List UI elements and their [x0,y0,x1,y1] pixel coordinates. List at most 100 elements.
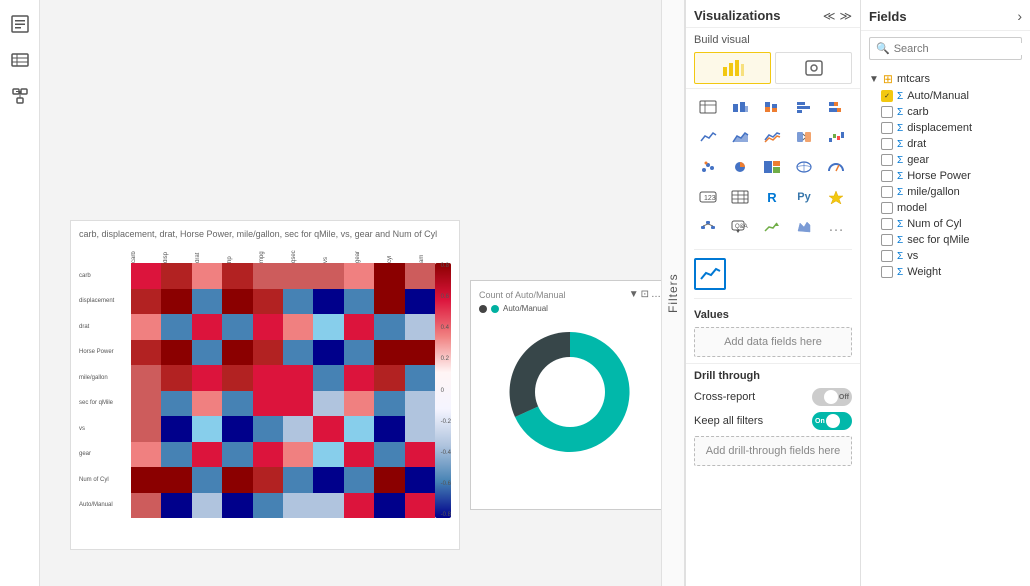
viz-icon-map[interactable] [790,153,818,181]
viz-icon-py[interactable]: Py [790,183,818,211]
sigma-icon: Σ [897,235,903,246]
field-checkbox[interactable] [881,234,893,246]
add-data-fields-box[interactable]: Add data fields here [694,327,852,357]
viz-icon-custom[interactable]: … [822,213,850,241]
sigma-icon: Σ [897,91,903,102]
field-name: model [897,202,927,214]
list-item[interactable]: Σ sec for qMile [865,232,1026,248]
viz-icon-treemap[interactable] [758,153,786,181]
field-checkbox[interactable] [881,138,893,150]
heatmap-visual: carb, displacement, drat, Horse Power, m… [70,220,460,550]
list-item[interactable]: model [865,200,1026,216]
list-item[interactable]: ✓ Σ Auto/Manual [865,88,1026,104]
visual-tab-chart[interactable] [694,52,771,84]
field-checkbox[interactable] [881,266,893,278]
field-name: Auto/Manual [907,90,969,102]
viz-icon-pie[interactable] [726,153,754,181]
values-section: Values Add data fields here [686,303,860,363]
add-drill-fields-box[interactable]: Add drill-through fields here [694,436,852,466]
sigma-icon: Σ [897,139,903,150]
viz-icon-gauge[interactable] [822,153,850,181]
legend-dot-dark [479,305,487,313]
visual-type-tabs [686,48,860,89]
fields-expand-icon[interactable]: › [1017,8,1022,24]
field-checkbox[interactable] [881,106,893,118]
donut-filter-icon[interactable]: ▼ [629,289,639,300]
viz-icon-kpi[interactable] [758,213,786,241]
list-item[interactable]: Σ mile/gallon [865,184,1026,200]
field-checkbox[interactable] [881,186,893,198]
field-checkbox[interactable] [881,202,893,214]
viz-divider [694,249,852,250]
data-view-icon[interactable] [4,44,36,76]
left-sidebar [0,0,40,586]
fields-search-input[interactable] [894,43,1030,55]
viz-icon-card[interactable]: 123 [694,183,722,211]
viz-icon-qa[interactable]: Q&A [726,213,754,241]
viz-icon-stacked-hbar[interactable] [822,93,850,121]
viz-icon-table[interactable] [694,93,722,121]
list-item[interactable]: Σ Weight [865,264,1026,280]
donut-legend-label: Auto/Manual [503,304,548,313]
tree-group-header[interactable]: ▼ ⊞ mtcars [865,70,1026,88]
field-checkbox[interactable] [881,218,893,230]
viz-panel-arrows: ≪ ≫ [823,9,852,23]
list-item[interactable]: Σ gear [865,152,1026,168]
list-item[interactable]: Σ drat [865,136,1026,152]
visual-tab-format[interactable] [775,52,852,84]
report-view-icon[interactable] [4,8,36,40]
sigma-icon: Σ [897,267,903,278]
viz-collapse-icon[interactable]: ≪ [823,9,836,23]
list-item[interactable]: Σ Num of Cyl [865,216,1026,232]
fields-panel: Fields › 🔍 ▼ ⊞ mtcars ✓ Σ Auto/Manual Σ … [860,0,1030,586]
field-checkbox[interactable] [881,154,893,166]
viz-icon-matrix[interactable] [726,183,754,211]
main-canvas: carb, displacement, drat, Horse Power, m… [40,0,661,586]
viz-icon-ribbon[interactable] [790,123,818,151]
viz-icon-waterfall[interactable] [822,123,850,151]
cross-report-label: Cross-report [694,391,755,403]
viz-expand-icon[interactable]: ≫ [839,9,852,23]
viz-icon-line[interactable] [694,123,722,151]
viz-icon-filled-map[interactable] [790,213,818,241]
drill-through-section: Drill through Cross-report Off Keep all … [686,363,860,472]
viz-icon-hbar[interactable] [790,93,818,121]
viz-icon-smart[interactable] [822,183,850,211]
filters-panel[interactable]: Filters [661,0,685,586]
toggle-circle [824,390,838,404]
viz-icon-bar[interactable] [726,93,754,121]
fields-search-box[interactable]: 🔍 [869,37,1022,60]
keep-filters-row: Keep all filters On [694,412,852,430]
active-visual-icon[interactable] [686,254,860,294]
sigma-icon: Σ [897,107,903,118]
field-name: Horse Power [907,170,971,182]
field-checkbox[interactable] [881,170,893,182]
list-item[interactable]: Σ vs [865,248,1026,264]
field-name: mile/gallon [907,186,960,198]
keep-filters-toggle[interactable]: On [812,412,852,430]
build-visual-label: Build visual [686,28,860,48]
viz-icon-area[interactable] [726,123,754,151]
list-item[interactable]: Σ Horse Power [865,168,1026,184]
viz-divider2 [694,298,852,299]
viz-icon-scatter[interactable] [694,153,722,181]
donut-expand-icon[interactable]: ⊡ [641,289,649,300]
viz-icon-r[interactable]: R [758,183,786,211]
viz-icon-stacked-bar[interactable] [758,93,786,121]
values-label: Values [694,309,852,321]
field-checkbox[interactable] [881,122,893,134]
table-name: mtcars [897,73,930,85]
cross-report-toggle[interactable]: Off [812,388,852,406]
heatmap-title: carb, displacement, drat, Horse Power, m… [79,229,451,239]
donut-more-icon[interactable]: … [651,289,661,300]
fields-tree: ▼ ⊞ mtcars ✓ Σ Auto/Manual Σ carb Σ disp… [861,66,1030,586]
list-item[interactable]: Σ displacement [865,120,1026,136]
donut-chart-visual: Count of Auto/Manual ▼ ⊡ … Auto/Manual [470,280,661,510]
donut-chart-svg [479,317,661,467]
viz-icon-decomp[interactable] [694,213,722,241]
field-checkbox[interactable]: ✓ [881,90,893,102]
viz-icon-line2[interactable] [758,123,786,151]
list-item[interactable]: Σ carb [865,104,1026,120]
field-checkbox[interactable] [881,250,893,262]
model-view-icon[interactable] [4,80,36,112]
